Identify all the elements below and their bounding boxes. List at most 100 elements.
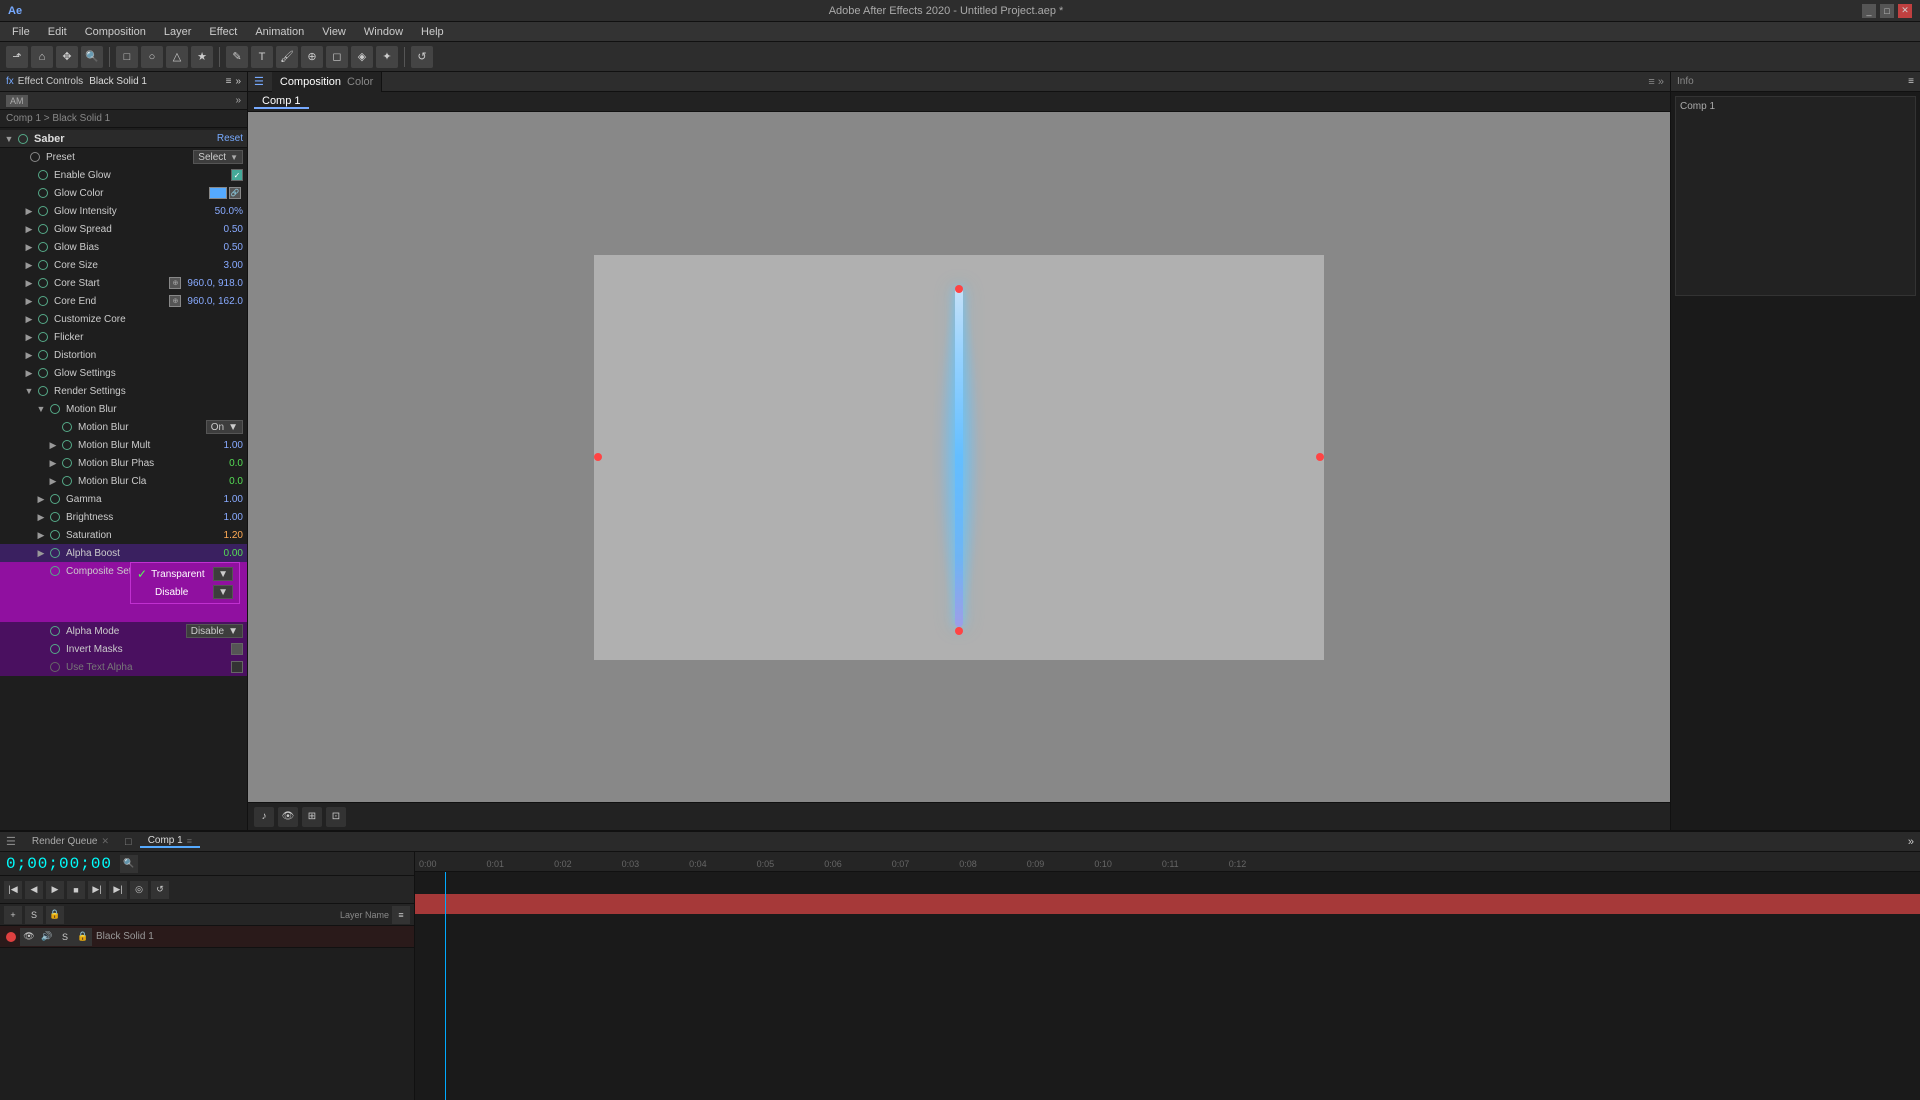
menu-effect[interactable]: Effect — [201, 24, 245, 40]
panel-expand-icon[interactable]: » — [235, 76, 241, 87]
brightness-value[interactable]: 1.00 — [224, 512, 243, 523]
comp1-menu[interactable]: ≡ — [187, 836, 192, 846]
tl-loop[interactable]: ↺ — [151, 881, 169, 899]
core-size-value[interactable]: 3.00 — [224, 260, 243, 271]
timeline-expand[interactable]: » — [1908, 836, 1914, 848]
alpha-boost-value[interactable]: 0.00 — [224, 548, 243, 559]
composite-option-transparent[interactable]: ✓ Transparent ▼ — [131, 565, 239, 583]
menu-view[interactable]: View — [314, 24, 354, 40]
menu-layer[interactable]: Layer — [156, 24, 200, 40]
vp-audio-btn[interactable]: ♪ — [254, 807, 274, 827]
glow-color-row: Glow Color 🔗 — [0, 184, 247, 202]
rq-close[interactable]: ✕ — [101, 836, 109, 847]
invert-masks-checkbox[interactable] — [231, 643, 243, 655]
clone-tool-btn[interactable]: ⊕ — [301, 46, 323, 68]
preset-dropdown[interactable]: Select ▼ — [193, 150, 243, 164]
glow-bias-value[interactable]: 0.50 — [224, 242, 243, 253]
comp-tab-1[interactable]: Comp 1 — [254, 95, 309, 109]
core-end-crosshair[interactable]: ⊕ — [169, 295, 181, 307]
right-panel-menu[interactable]: ≡ — [1908, 76, 1914, 87]
gamma-value[interactable]: 1.00 — [224, 494, 243, 505]
menu-help[interactable]: Help — [413, 24, 452, 40]
tl-next-frame[interactable]: ▶| — [88, 881, 106, 899]
composition-tab[interactable]: Composition Color — [272, 72, 382, 92]
tl-search-btn[interactable]: 🔍 — [120, 855, 138, 873]
tl-stop[interactable]: ■ — [67, 881, 85, 899]
layer-audio[interactable]: 🔊 — [38, 928, 56, 946]
comp1-tab[interactable]: Comp 1 ≡ — [140, 835, 200, 848]
layer-visibility[interactable]: 👁 — [20, 928, 38, 946]
eraser-tool-btn[interactable]: ◻ — [326, 46, 348, 68]
maximize-btn[interactable]: □ — [1880, 4, 1894, 18]
tl-ram-preview[interactable]: ◎ — [130, 881, 148, 899]
core-start-value[interactable]: 960.0, 918.0 — [187, 278, 243, 289]
motion-blur-group-row[interactable]: ▼ Motion Blur — [0, 400, 247, 418]
zoom-tool-btn[interactable]: 🔍 — [81, 46, 103, 68]
tl-lock[interactable]: 🔒 — [46, 906, 64, 924]
glow-color-link[interactable]: 🔗 — [229, 187, 241, 199]
playhead[interactable] — [445, 872, 446, 1100]
pen-tool-btn[interactable]: ✎ — [226, 46, 248, 68]
puppet-tool-btn[interactable]: ✦ — [376, 46, 398, 68]
poly-tool-btn[interactable]: △ — [166, 46, 188, 68]
hand-tool-btn[interactable]: ✥ — [56, 46, 78, 68]
vp-preview-btn[interactable]: 👁 — [278, 807, 298, 827]
text-tool-btn[interactable]: T — [251, 46, 273, 68]
mb-mult-value[interactable]: 1.00 — [224, 440, 243, 451]
vp-zoom-fit[interactable]: ⊡ — [326, 807, 346, 827]
layer-lock[interactable]: 🔒 — [74, 928, 92, 946]
reset-button[interactable]: Reset — [217, 133, 243, 144]
tl-first-frame[interactable]: |◀ — [4, 881, 22, 899]
vp-grid-btn[interactable]: ⊞ — [302, 807, 322, 827]
panel-menu-icon[interactable]: ≡ — [226, 76, 232, 87]
home-btn[interactable]: ⌂ — [31, 46, 53, 68]
core-end-value[interactable]: 960.0, 162.0 — [187, 296, 243, 307]
layer-solo[interactable]: S — [56, 928, 74, 946]
tl-new-layer[interactable]: + — [4, 906, 22, 924]
enable-glow-checkbox[interactable] — [231, 169, 243, 181]
menu-window[interactable]: Window — [356, 24, 411, 40]
flicker-row[interactable]: ▶ Flicker — [0, 328, 247, 346]
layer-bar[interactable] — [415, 894, 1920, 914]
glow-intensity-value[interactable]: 50.0% — [215, 206, 243, 217]
new-comp-btn[interactable]: ⬏ — [6, 46, 28, 68]
mb-phas-value[interactable]: 0.0 — [229, 458, 243, 469]
saber-group-header[interactable]: ▼ Saber Reset — [0, 130, 247, 148]
menu-composition[interactable]: Composition — [77, 24, 154, 40]
mb-cla-value[interactable]: 0.0 — [229, 476, 243, 487]
star-tool-btn[interactable]: ★ — [191, 46, 213, 68]
minimize-btn[interactable]: _ — [1862, 4, 1876, 18]
expand-arrows[interactable]: » — [235, 95, 241, 106]
close-btn[interactable]: ✕ — [1898, 4, 1912, 18]
ellipse-tool-btn[interactable]: ○ — [141, 46, 163, 68]
rot-tool-btn[interactable]: ↺ — [411, 46, 433, 68]
menu-edit[interactable]: Edit — [40, 24, 75, 40]
render-settings-row[interactable]: ▼ Render Settings — [0, 382, 247, 400]
render-settings-icon — [36, 384, 50, 398]
roto-tool-btn[interactable]: ◈ — [351, 46, 373, 68]
menu-animation[interactable]: Animation — [247, 24, 312, 40]
core-start-crosshair[interactable]: ⊕ — [169, 277, 181, 289]
motion-blur-dropdown[interactable]: On ▼ — [206, 420, 243, 434]
glow-color-swatch[interactable] — [209, 187, 227, 199]
distortion-label: Distortion — [54, 350, 243, 361]
glow-spread-value[interactable]: 0.50 — [224, 224, 243, 235]
tl-last-frame[interactable]: ▶| — [109, 881, 127, 899]
tl-play[interactable]: ▶ — [46, 881, 64, 899]
brush-tool-btn[interactable]: 🖌 — [276, 46, 298, 68]
alpha-mode-dropdown[interactable]: Disable ▼ — [186, 624, 243, 638]
customize-core-row[interactable]: ▶ Customize Core — [0, 310, 247, 328]
glow-settings-row[interactable]: ▶ Glow Settings — [0, 364, 247, 382]
transparent-dropdown[interactable]: ▼ — [213, 567, 233, 581]
distortion-row[interactable]: ▶ Distortion — [0, 346, 247, 364]
menu-file[interactable]: File — [4, 24, 38, 40]
tl-solo-all[interactable]: ≡ — [392, 906, 410, 924]
disable-dropdown[interactable]: ▼ — [213, 585, 233, 599]
saturation-value[interactable]: 1.20 — [224, 530, 243, 541]
tl-prev-frame[interactable]: ◀ — [25, 881, 43, 899]
rect-tool-btn[interactable]: □ — [116, 46, 138, 68]
tl-solo[interactable]: S — [25, 906, 43, 924]
use-text-alpha-checkbox[interactable] — [231, 661, 243, 673]
composite-option-disable[interactable]: Disable ▼ — [131, 583, 239, 601]
render-queue-tab[interactable]: Render Queue ✕ — [24, 836, 117, 847]
